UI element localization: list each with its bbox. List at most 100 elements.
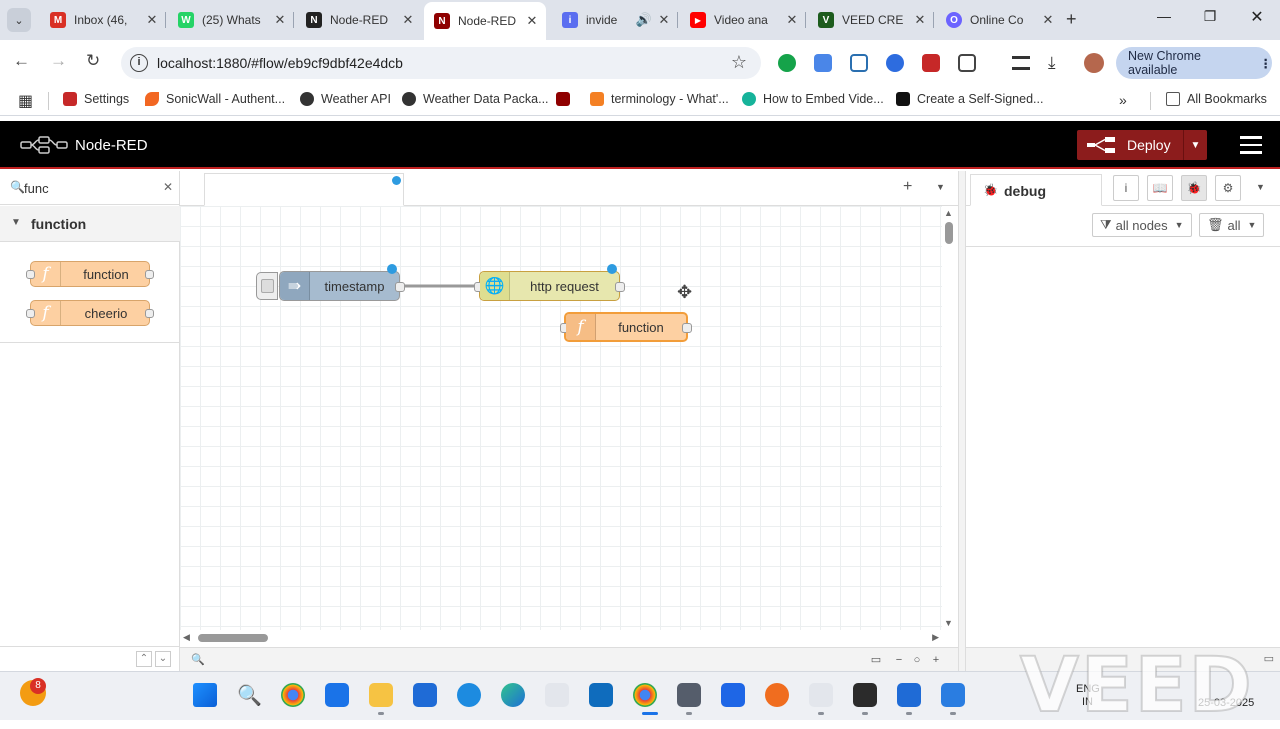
url-text[interactable]: localhost:1880/#flow/eb9cf9dbf42e4dcb <box>157 55 403 71</box>
expand-all-icon[interactable]: ⌄ <box>155 651 171 667</box>
media-control-icon[interactable] <box>1012 56 1030 70</box>
close-icon[interactable]: ✕ <box>400 12 416 28</box>
flow-node-function[interactable]: f function <box>560 312 692 342</box>
debug-bug-icon[interactable]: 🐞 <box>1181 175 1207 201</box>
search-flows-icon[interactable]: 🔍 <box>190 652 206 668</box>
extension-red-icon[interactable] <box>922 54 940 72</box>
clear-search-icon[interactable]: ✕ <box>163 180 173 194</box>
add-flow-icon[interactable]: + <box>903 178 912 196</box>
myhp-icon[interactable] <box>325 683 349 707</box>
visual-studio-icon[interactable] <box>721 683 745 707</box>
chrome-profile-icon[interactable] <box>633 683 657 707</box>
grammarly-icon[interactable] <box>778 54 796 72</box>
sidebar-tab-debug[interactable]: 🐞 debug <box>970 174 1102 206</box>
deploy-dropdown-caret-icon[interactable]: ▼ <box>1183 130 1207 160</box>
flow-tab[interactable] <box>204 173 404 206</box>
search-icon[interactable]: 🔍 <box>237 683 262 707</box>
debug-filter-button[interactable]: ⧩ all nodes ▼ <box>1092 213 1192 237</box>
address-bar[interactable]: i localhost:1880/#flow/eb9cf9dbf42e4dcb … <box>121 47 761 79</box>
output-port[interactable] <box>615 282 625 292</box>
paint-icon[interactable] <box>765 683 789 707</box>
close-icon[interactable]: ✕ <box>524 13 540 29</box>
reload-icon[interactable]: ↻ <box>86 51 100 71</box>
bookmark-weather-data[interactable]: Weather Data Packa... <box>402 92 549 106</box>
flow-list-caret-icon[interactable]: ▼ <box>936 182 945 192</box>
palette-search-input[interactable] <box>24 178 154 198</box>
scroll-up-icon[interactable]: ▲ <box>944 208 953 218</box>
calculator-icon[interactable] <box>677 683 701 707</box>
close-icon[interactable]: ✕ <box>272 12 288 28</box>
app-key-icon[interactable] <box>545 683 569 707</box>
zoom-icon[interactable] <box>886 54 904 72</box>
chrome-icon[interactable] <box>281 683 305 707</box>
open-window-icon[interactable]: ▭ <box>1264 652 1274 665</box>
zoom-out-icon[interactable]: − <box>891 652 907 668</box>
help-icon[interactable] <box>457 683 481 707</box>
browser-tab-online[interactable]: O Online Co ✕ <box>936 6 1062 34</box>
palette-category-header[interactable]: ▼ function <box>0 206 180 242</box>
back-arrow-icon[interactable]: ← <box>13 51 30 71</box>
debug-clear-button[interactable]: 🗑 all ▼ <box>1199 213 1265 237</box>
puzzle-extensions-icon[interactable] <box>958 54 976 72</box>
bookmark-weather-api[interactable]: Weather API <box>300 92 391 106</box>
bookmark-embed-video[interactable]: How to Embed Vide... <box>742 92 884 106</box>
forward-arrow-icon[interactable]: → <box>50 51 67 71</box>
more-bookmarks-chevron-icon[interactable]: » <box>1119 92 1127 108</box>
snipping-tool-icon[interactable] <box>809 683 833 707</box>
close-icon[interactable]: ✕ <box>656 12 672 28</box>
sidebar-resize-handle[interactable] <box>958 171 966 671</box>
site-info-icon[interactable]: i <box>130 54 148 72</box>
navigator-map-icon[interactable]: ▭ <box>868 652 884 668</box>
windows-start-icon[interactable] <box>193 683 217 707</box>
flow-node-http-request[interactable]: 🌐 http request <box>474 264 625 301</box>
output-port[interactable] <box>395 282 405 292</box>
restore-window-button[interactable]: ❐ <box>1190 8 1230 25</box>
tab-search-button[interactable]: ⌄ <box>7 8 31 32</box>
help-book-icon[interactable]: 📖 <box>1147 175 1173 201</box>
canvas-vertical-scrollbar[interactable]: ▲ ▼ <box>942 206 958 630</box>
camera-icon[interactable] <box>897 683 921 707</box>
download-icon[interactable]: ⤓ <box>1048 54 1066 72</box>
browser-tab-youtube[interactable]: ▶ Video ana ✕ <box>680 6 806 34</box>
new-tab-button[interactable]: + <box>1066 9 1077 30</box>
browser-tab-veed[interactable]: V VEED CRE ✕ <box>808 6 934 34</box>
profile-avatar[interactable] <box>1084 53 1104 73</box>
canvas-horizontal-scrollbar[interactable]: ◀ ▶ <box>180 630 942 646</box>
browser-tab-nodered-active[interactable]: N Node-RED ✕ <box>424 2 546 40</box>
flow-node-timestamp[interactable]: ⇛ timestamp <box>279 264 405 301</box>
new-chrome-available-button[interactable]: New Chrome available ⋮ <box>1116 47 1272 79</box>
bookmark-self-signed[interactable]: Create a Self-Signed... <box>896 92 1043 106</box>
close-icon[interactable]: ✕ <box>144 12 160 28</box>
scroll-down-icon[interactable]: ▼ <box>944 618 953 628</box>
apps-grid-icon[interactable]: ▦ <box>18 91 33 111</box>
info-icon[interactable]: i <box>1113 175 1139 201</box>
screen-capture-icon[interactable] <box>850 54 868 72</box>
all-bookmarks-folder[interactable]: All Bookmarks <box>1166 92 1267 106</box>
close-icon[interactable]: ✕ <box>1040 12 1056 28</box>
bookmark-nodered[interactable] <box>556 92 577 106</box>
outlook-icon[interactable] <box>589 683 613 707</box>
main-menu-icon[interactable] <box>1240 136 1262 154</box>
minimize-window-button[interactable]: — <box>1144 8 1184 24</box>
microsoft-store-icon[interactable] <box>413 683 437 707</box>
browser-tab-nodered-1[interactable]: N Node-RED ✕ <box>296 6 422 34</box>
sidebar-tab-menu-caret-icon[interactable]: ▼ <box>1256 182 1265 192</box>
deploy-button[interactable]: Deploy ▼ <box>1077 130 1207 160</box>
palette-node-cheerio[interactable]: f cheerio <box>26 300 154 326</box>
notepad-icon[interactable] <box>941 683 965 707</box>
flow-canvas[interactable] <box>180 206 942 630</box>
close-icon[interactable]: ✕ <box>784 12 800 28</box>
collapse-all-icon[interactable]: ⌃ <box>136 651 152 667</box>
output-port[interactable] <box>682 323 692 333</box>
browser-tab-invideo[interactable]: i invide 🔊 ✕ <box>552 6 678 34</box>
browser-tab-whatsapp[interactable]: W (25) Whats ✕ <box>168 6 294 34</box>
close-icon[interactable]: ✕ <box>912 12 928 28</box>
bookmark-sonicwall[interactable]: SonicWall - Authent... <box>145 92 285 106</box>
speaker-icon[interactable]: 🔊 <box>636 12 652 28</box>
config-gear-icon[interactable]: ⚙ <box>1215 175 1241 201</box>
terminal-icon[interactable] <box>853 683 877 707</box>
palette-node-function[interactable]: f function <box>26 261 154 287</box>
bookmark-settings[interactable]: Settings <box>63 92 129 106</box>
edge-icon[interactable] <box>501 683 525 707</box>
bookmark-terminology[interactable]: terminology - What'... <box>590 92 729 106</box>
